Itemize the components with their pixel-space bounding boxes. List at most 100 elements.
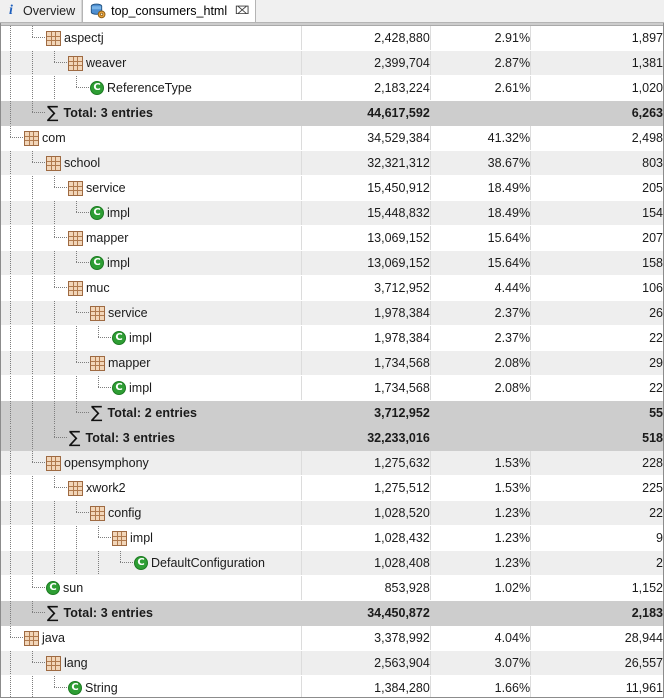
tab-top-consumers-html[interactable]: top_consumers_html ⌧ <box>82 0 256 23</box>
cell-percentage[interactable]: 1.66% <box>430 676 530 698</box>
cell-name[interactable]: mapper <box>1 226 302 251</box>
cell-objects[interactable]: 106 <box>531 276 663 301</box>
cell-objects[interactable]: 205 <box>531 176 663 201</box>
table-row[interactable]: Cimpl13,069,15215.64%158 <box>1 251 663 276</box>
cell-retained-heap[interactable]: 3,712,952 <box>302 276 430 301</box>
cell-objects[interactable]: 1,020 <box>531 76 663 101</box>
table-row[interactable]: com34,529,38441.32%2,498 <box>1 126 663 151</box>
cell-retained-heap[interactable]: 3,712,952 <box>302 401 430 426</box>
cell-percentage[interactable] <box>430 426 530 451</box>
cell-name[interactable]: xwork2 <box>1 476 302 501</box>
cell-retained-heap[interactable]: 13,069,152 <box>302 226 430 251</box>
table-row-total[interactable]: ∑Total: 2 entries3,712,952 55 <box>1 401 663 426</box>
cell-percentage[interactable]: 38.67% <box>430 151 530 176</box>
cell-percentage[interactable]: 3.07% <box>430 651 530 676</box>
cell-retained-heap[interactable]: 32,321,312 <box>302 151 430 176</box>
cell-objects[interactable]: 225 <box>531 476 663 501</box>
table-row[interactable]: impl1,028,4321.23%9 <box>1 526 663 551</box>
close-icon[interactable]: ⌧ <box>235 1 250 21</box>
cell-name[interactable]: aspectj <box>1 26 302 51</box>
cell-retained-heap[interactable]: 34,450,872 <box>302 601 430 626</box>
cell-percentage[interactable]: 2.61% <box>430 76 530 101</box>
cell-objects[interactable]: 22 <box>531 501 663 526</box>
cell-percentage[interactable]: 2.37% <box>430 301 530 326</box>
cell-retained-heap[interactable]: 1,275,632 <box>302 451 430 476</box>
table-row[interactable]: mapper1,734,5682.08%29 <box>1 351 663 376</box>
cell-retained-heap[interactable]: 853,928 <box>302 576 430 601</box>
cell-objects[interactable]: 22 <box>531 376 663 401</box>
cell-retained-heap[interactable]: 1,028,408 <box>302 551 430 576</box>
cell-name[interactable]: ∑Total: 2 entries <box>1 401 302 426</box>
cell-percentage[interactable]: 15.64% <box>430 251 530 276</box>
cell-retained-heap[interactable]: 15,450,912 <box>302 176 430 201</box>
cell-name[interactable]: ∑Total: 3 entries <box>1 601 302 626</box>
cell-objects[interactable]: 1,152 <box>531 576 663 601</box>
cell-percentage[interactable] <box>430 101 530 126</box>
table-row[interactable]: mapper13,069,15215.64%207 <box>1 226 663 251</box>
cell-retained-heap[interactable]: 2,183,224 <box>302 76 430 101</box>
table-row[interactable]: Cimpl15,448,83218.49%154 <box>1 201 663 226</box>
cell-objects[interactable]: 26 <box>531 301 663 326</box>
cell-name[interactable]: ∑Total: 3 entries <box>1 426 302 451</box>
table-row-total[interactable]: ∑Total: 3 entries32,233,016518 <box>1 426 663 451</box>
cell-percentage[interactable] <box>430 401 530 426</box>
cell-percentage[interactable]: 1.23% <box>430 551 530 576</box>
tab-overview[interactable]: i Overview <box>0 0 82 22</box>
cell-percentage[interactable]: 2.37% <box>430 326 530 351</box>
cell-name[interactable]: Cimpl <box>1 201 302 226</box>
table-row[interactable]: opensymphony1,275,6321.53%228 <box>1 451 663 476</box>
table-row[interactable]: CString1,384,2801.66%11,961 <box>1 676 663 698</box>
cell-percentage[interactable]: 18.49% <box>430 176 530 201</box>
cell-percentage[interactable]: 1.53% <box>430 476 530 501</box>
top-consumers-tree-table[interactable]: aspectj2,428,8802.91%1,897weaver2,399,70… <box>0 23 664 698</box>
cell-name[interactable]: muc <box>1 276 302 301</box>
cell-name[interactable]: Csun <box>1 576 302 601</box>
cell-retained-heap[interactable]: 3,378,992 <box>302 626 430 651</box>
table-row[interactable]: service15,450,91218.49%205 <box>1 176 663 201</box>
cell-name[interactable]: service <box>1 301 302 326</box>
table-row[interactable]: service1,978,3842.37%26 <box>1 301 663 326</box>
cell-retained-heap[interactable]: 1,734,568 <box>302 376 430 401</box>
cell-percentage[interactable]: 41.32% <box>430 126 530 151</box>
cell-retained-heap[interactable]: 13,069,152 <box>302 251 430 276</box>
cell-objects[interactable]: 228 <box>531 451 663 476</box>
cell-objects[interactable]: 2,498 <box>531 126 663 151</box>
cell-objects[interactable]: 9 <box>531 526 663 551</box>
cell-percentage[interactable]: 1.53% <box>430 451 530 476</box>
cell-retained-heap[interactable]: 1,734,568 <box>302 351 430 376</box>
cell-percentage[interactable]: 4.44% <box>430 276 530 301</box>
cell-name[interactable]: CString <box>1 676 302 698</box>
cell-percentage[interactable]: 2.08% <box>430 351 530 376</box>
table-row[interactable]: CReferenceType2,183,2242.61%1,020 <box>1 76 663 101</box>
table-row[interactable]: java3,378,9924.04%28,944 <box>1 626 663 651</box>
table-row[interactable]: CDefaultConfiguration1,028,4081.23%2 <box>1 551 663 576</box>
cell-objects[interactable]: 6,263 <box>531 101 663 126</box>
table-row[interactable]: muc3,712,9524.44%106 <box>1 276 663 301</box>
table-row[interactable]: Cimpl1,734,5682.08%22 <box>1 376 663 401</box>
cell-percentage[interactable]: 4.04% <box>430 626 530 651</box>
cell-name[interactable]: CReferenceType <box>1 76 302 101</box>
cell-name[interactable]: CDefaultConfiguration <box>1 551 302 576</box>
cell-objects[interactable]: 11,961 <box>531 676 663 698</box>
table-row[interactable]: Cimpl1,978,3842.37%22 <box>1 326 663 351</box>
cell-name[interactable]: Cimpl <box>1 326 302 351</box>
cell-percentage[interactable]: 1.23% <box>430 526 530 551</box>
cell-objects[interactable]: 26,557 <box>531 651 663 676</box>
cell-name[interactable]: weaver <box>1 51 302 76</box>
cell-objects[interactable]: 207 <box>531 226 663 251</box>
table-row[interactable]: school32,321,31238.67%803 <box>1 151 663 176</box>
cell-objects[interactable]: 154 <box>531 201 663 226</box>
cell-name[interactable]: Cimpl <box>1 376 302 401</box>
cell-retained-heap[interactable]: 2,563,904 <box>302 651 430 676</box>
cell-name[interactable]: com <box>1 126 302 151</box>
cell-name[interactable]: service <box>1 176 302 201</box>
cell-objects[interactable]: 55 <box>531 401 663 426</box>
table-row-total[interactable]: ∑Total: 3 entries44,617,5926,263 <box>1 101 663 126</box>
cell-percentage[interactable]: 1.02% <box>430 576 530 601</box>
table-row[interactable]: lang2,563,9043.07%26,557 <box>1 651 663 676</box>
cell-percentage[interactable] <box>430 601 530 626</box>
cell-objects[interactable]: 1,381 <box>531 51 663 76</box>
cell-percentage[interactable]: 2.08% <box>430 376 530 401</box>
cell-objects[interactable]: 29 <box>531 351 663 376</box>
cell-retained-heap[interactable]: 1,978,384 <box>302 301 430 326</box>
